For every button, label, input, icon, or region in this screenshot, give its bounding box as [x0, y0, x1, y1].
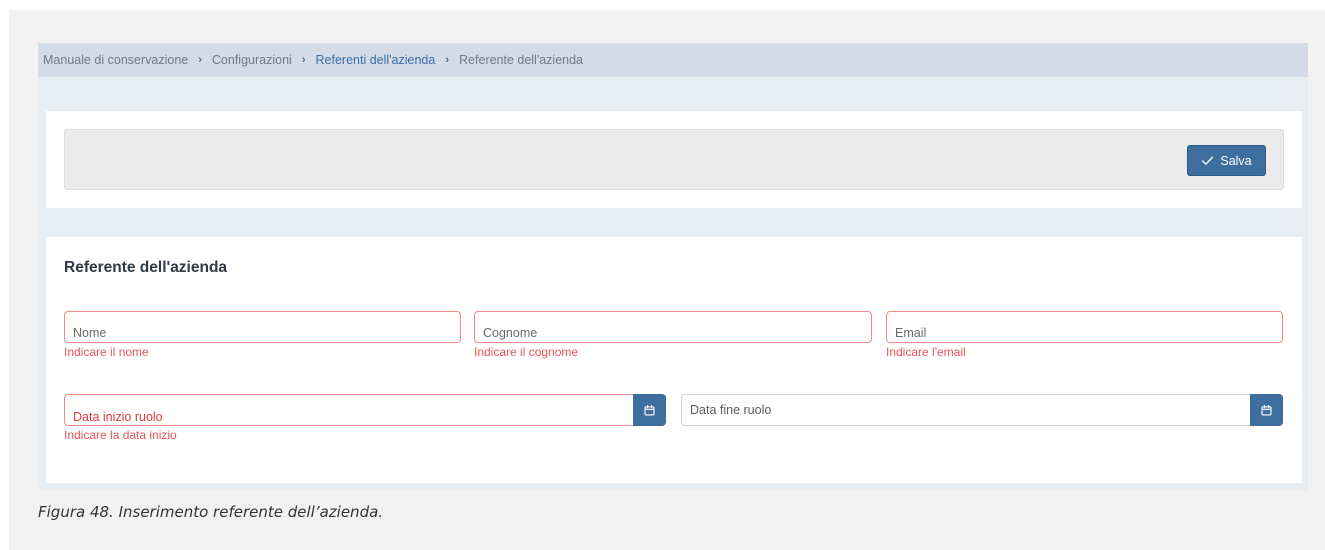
data-fine-calendar-button[interactable] [1250, 394, 1283, 426]
breadcrumb-item-configurazioni[interactable]: Configurazioni [212, 53, 292, 67]
breadcrumb-item-manuale[interactable]: Manuale di conservazione [43, 53, 188, 67]
data-inizio-calendar-button[interactable] [633, 394, 666, 426]
breadcrumb-separator: › [301, 54, 306, 66]
form-card: Referente dell'azienda Nome Indicare il … [46, 237, 1302, 483]
cognome-field-label: Cognome [483, 326, 538, 340]
calendar-icon [1261, 404, 1272, 416]
data-fine-datepicker: Data fine ruolo [681, 394, 1283, 426]
data-inizio-datepicker: Data inizio ruolo [64, 394, 666, 426]
breadcrumb-item-referenti[interactable]: Referenti dell'azienda [316, 53, 436, 67]
toolbar: Salva [64, 129, 1284, 190]
figure-caption: Figura 48. Inserimento referente dell’az… [38, 503, 384, 521]
check-icon [1202, 156, 1214, 165]
save-button-label: Salva [1220, 153, 1252, 168]
toolbar-card: Salva [46, 111, 1302, 208]
email-error: Indicare l'email [886, 345, 966, 359]
app-window: Manuale di conservazione › Configurazion… [38, 43, 1308, 490]
data-inizio-field[interactable]: Data inizio ruolo [64, 394, 633, 426]
breadcrumb: Manuale di conservazione › Configurazion… [38, 43, 1308, 77]
data-fine-field[interactable]: Data fine ruolo [681, 394, 1250, 426]
data-inizio-error: Indicare la data inizio [64, 428, 177, 442]
nome-field-label: Nome [73, 326, 107, 340]
save-button[interactable]: Salva [1187, 145, 1266, 176]
email-field-label: Email [895, 326, 927, 340]
breadcrumb-separator: › [198, 54, 202, 66]
data-inizio-field-label: Data inizio ruolo [73, 410, 163, 424]
nome-field[interactable]: Nome [64, 311, 461, 343]
calendar-icon [644, 404, 655, 416]
breadcrumb-separator: › [445, 54, 449, 66]
cognome-field[interactable]: Cognome [474, 311, 872, 343]
form-title: Referente dell'azienda [64, 259, 228, 276]
nome-error: Indicare il nome [64, 345, 149, 359]
email-field[interactable]: Email [886, 311, 1283, 343]
data-fine-field-label: Data fine ruolo [690, 403, 772, 417]
breadcrumb-item-current: Referente dell'azienda [459, 53, 583, 67]
cognome-error: Indicare il cognome [474, 345, 579, 359]
